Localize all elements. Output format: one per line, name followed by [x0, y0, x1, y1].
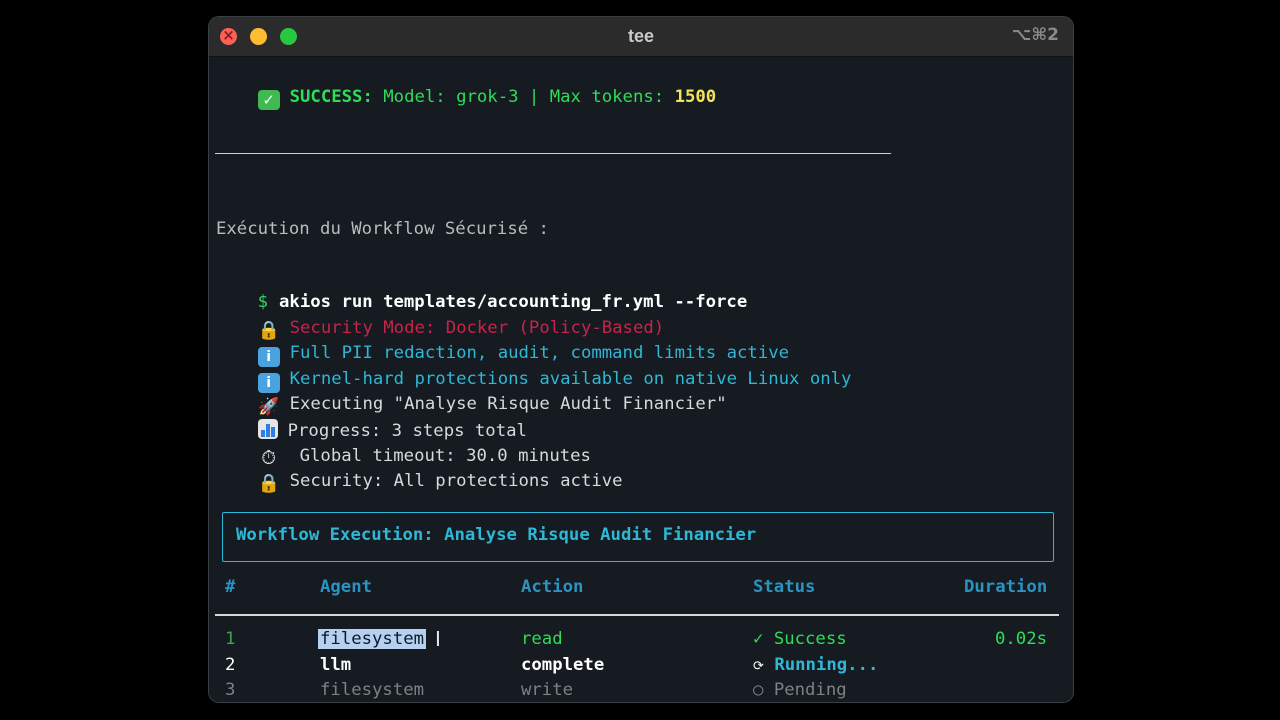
column-header-agent: Agent: [320, 577, 373, 597]
row-1-agent-selected[interactable]: filesystem: [318, 629, 427, 649]
row-2-agent: llm: [320, 655, 352, 675]
row-2-status-text: Running...: [774, 655, 879, 675]
title-bar: tee ⌥⌘2: [209, 17, 1073, 57]
row-2-status: ⟳ Running...: [753, 654, 878, 678]
row-1-action: read: [521, 629, 563, 649]
window-shortcut: ⌥⌘2: [1011, 25, 1059, 45]
window-title: tee: [627, 26, 654, 46]
terminal-window: tee ⌥⌘2 ✓ SUCCESS: Model: grok-3 | Max to…: [208, 16, 1074, 703]
row-1-status-text: Success: [773, 629, 847, 649]
row-3-action: write: [521, 680, 574, 700]
row-3-agent: filesystem: [320, 680, 425, 700]
info-kernel-line: i Kernel-hard protections available on na…: [216, 346, 851, 393]
row-1-number: 1: [225, 629, 236, 649]
workflow-panel-title: Workflow Execution: Analyse Risque Audit…: [236, 525, 757, 545]
column-header-action: Action: [521, 577, 584, 597]
row-3-status: ○ Pending: [753, 679, 847, 701]
separator-rule: [215, 153, 891, 154]
security-mode-line: 🔒 Security Mode: Docker (Policy-Based): [216, 295, 665, 341]
timeout-line: ⏱ Global timeout: 30.0 minutes: [216, 423, 591, 468]
command-line: $ akios run templates/accounting_fr.yml -…: [216, 269, 748, 312]
success-line: ✓ SUCCESS: Model: grok-3 | Max tokens: 15…: [216, 64, 716, 110]
table-header-rule: [215, 614, 1059, 616]
column-header-duration: Duration: [964, 577, 1048, 597]
info-pii-line: i Full PII redaction, audit, command limi…: [216, 320, 789, 367]
row-1-duration: 0.02s: [995, 629, 1048, 649]
row-3-number: 3: [225, 680, 236, 700]
success-label: SUCCESS:: [289, 87, 373, 107]
pending-circle-icon: ○: [753, 680, 764, 700]
check-icon: ✓: [753, 629, 764, 649]
row-1-agent[interactable]: filesystem: [318, 628, 427, 650]
executing-line: 🚀 Executing "Analyse Risque Audit Financi…: [216, 371, 727, 417]
row-1-status: ✓ Success: [753, 628, 847, 650]
success-model-text: Model: grok-3 | Max tokens:: [372, 87, 675, 107]
section-heading: Exécution du Workflow Sécurisé :: [216, 219, 549, 239]
column-header-number: #: [225, 577, 236, 597]
security-line: 🔒 Security: All protections active: [216, 448, 623, 494]
max-tokens-value: 1500: [674, 87, 717, 107]
row-2-number: 2: [225, 655, 236, 675]
text-cursor-icon: Ⅰ: [435, 627, 441, 651]
check-emoji-icon: ✓: [257, 90, 280, 110]
workflow-panel: Workflow Execution: Analyse Risque Audit…: [222, 512, 1054, 562]
security-text: Security: All protections active: [289, 471, 623, 491]
row-2-action: complete: [521, 655, 605, 675]
column-header-status: Status: [753, 577, 816, 597]
progress-line: Progress: 3 steps total: [216, 397, 527, 441]
running-spinner-icon: ⟳: [753, 659, 764, 674]
lock-emoji-icon: 🔒: [257, 473, 281, 494]
row-3-status-text: Pending: [773, 680, 847, 700]
